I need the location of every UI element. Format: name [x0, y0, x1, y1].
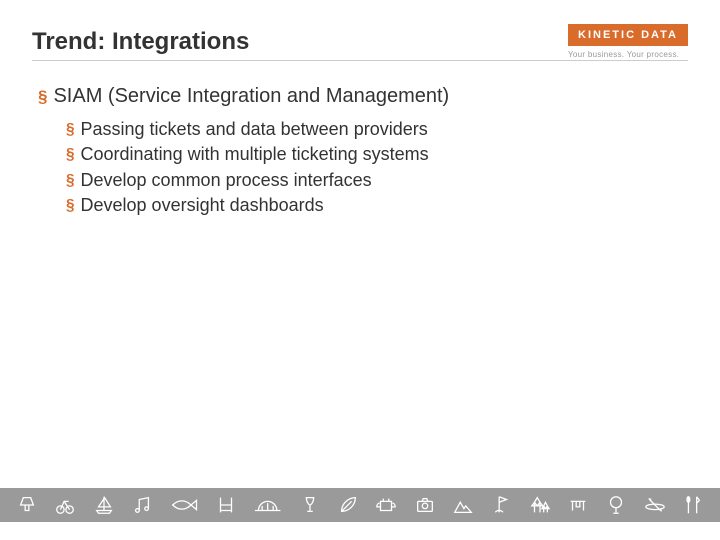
- cow-icon: [375, 494, 397, 516]
- bullet-level2: § Develop common process interfaces: [66, 170, 688, 191]
- section-bullet-icon: §: [38, 85, 47, 109]
- bullet-level2-text: Passing tickets and data between provide…: [81, 119, 428, 140]
- bicycle-icon: [54, 494, 76, 516]
- fish-icon: [169, 494, 198, 516]
- utensils-icon: [682, 494, 704, 516]
- lamp-icon: [16, 494, 38, 516]
- bullet-level1: § SIAM (Service Integration and Manageme…: [38, 85, 688, 109]
- slide-content: § SIAM (Service Integration and Manageme…: [32, 85, 688, 216]
- bullet-level2-text: Develop oversight dashboards: [81, 195, 324, 216]
- slide: KINETIC DATA Your business. Your process…: [0, 0, 720, 540]
- golf-flag-icon: [490, 494, 512, 516]
- bullet-level2: § Coordinating with multiple ticketing s…: [66, 144, 688, 165]
- chair-icon: [215, 494, 237, 516]
- bullet-level2-text: Develop common process interfaces: [81, 170, 372, 191]
- leaf-icon: [337, 494, 359, 516]
- camera-icon: [414, 494, 436, 516]
- bullet-level2-text: Coordinating with multiple ticketing sys…: [81, 144, 429, 165]
- bullet-level2: § Passing tickets and data between provi…: [66, 119, 688, 140]
- tree-icon: [605, 494, 627, 516]
- bullet-level2-group: § Passing tickets and data between provi…: [38, 119, 688, 217]
- trees-icon: [529, 494, 551, 516]
- brand-logo: KINETIC DATA: [568, 24, 688, 46]
- footer-decorative-band: [0, 488, 720, 522]
- kayak-icon: [644, 494, 666, 516]
- mountain-icon: [452, 494, 474, 516]
- bullet-level2: § Develop oversight dashboards: [66, 195, 688, 216]
- section-bullet-icon: §: [66, 119, 75, 140]
- section-bullet-icon: §: [66, 195, 75, 216]
- section-bullet-icon: §: [66, 144, 75, 165]
- logo-block: KINETIC DATA Your business. Your process…: [568, 24, 688, 59]
- brand-tagline: Your business. Your process.: [568, 50, 688, 59]
- music-note-icon: [131, 494, 153, 516]
- bullet-level1-text: SIAM (Service Integration and Management…: [53, 85, 449, 108]
- title-rule: [32, 60, 688, 61]
- sailboat-icon: [93, 494, 115, 516]
- wine-glass-icon: [299, 494, 321, 516]
- bridge-icon: [253, 494, 282, 516]
- section-bullet-icon: §: [66, 170, 75, 191]
- table-icon: [567, 494, 589, 516]
